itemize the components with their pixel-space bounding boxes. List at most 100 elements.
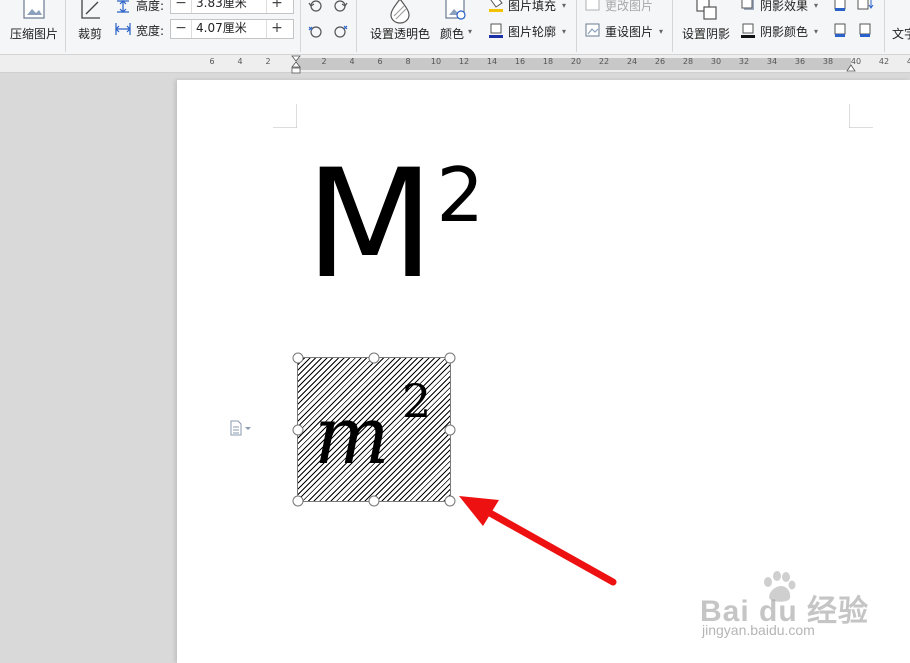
picture-outline-caret: ▾	[562, 26, 567, 36]
width-increase-button[interactable]: +	[267, 20, 287, 38]
picture-content: m 2	[298, 358, 450, 501]
picture-color-icon	[445, 0, 466, 20]
height-spinner[interactable]: − 3.83厘米 +	[170, 0, 294, 14]
ruler-tick-label: 2	[265, 57, 271, 66]
shadow-nudge-up-icon[interactable]	[832, 0, 848, 13]
resize-handle-left[interactable]	[292, 424, 304, 435]
separator	[300, 0, 301, 52]
shadow-effect-icon	[741, 0, 754, 10]
compress-picture-icon	[23, 0, 45, 19]
change-picture-button[interactable]: 更改图片	[585, 0, 653, 14]
layout-options-icon[interactable]	[229, 420, 255, 436]
crop-icon	[81, 0, 100, 19]
ruler-tick-label: 4	[349, 57, 355, 66]
ruler-tick-label: 18	[542, 57, 554, 66]
right-indent-marker-icon[interactable]	[846, 60, 856, 72]
reset-picture-icon	[585, 23, 600, 37]
separator	[65, 0, 66, 52]
reset-picture-caret: ▾	[659, 26, 664, 36]
crop-button[interactable]: 裁剪	[70, 0, 108, 50]
resize-handle-top-right[interactable]	[444, 352, 456, 364]
big-superscript: 2	[436, 151, 484, 239]
shadow-color-button[interactable]: 阴影颜色 ▾	[740, 22, 818, 40]
ruler-tick-label: 12	[458, 57, 470, 66]
height-label: 高度:	[136, 0, 165, 13]
ruler-tick-label: 36	[794, 57, 806, 66]
shadow-nudge-left-icon[interactable]	[832, 22, 848, 38]
crop-label: 裁剪	[78, 27, 103, 41]
shadow-effect-button[interactable]: 阴影效果 ▾	[740, 0, 818, 14]
resize-handle-bottom-right[interactable]	[444, 495, 456, 507]
ruler-tick-label: 2	[321, 57, 327, 66]
height-decrease-button[interactable]: −	[171, 0, 191, 13]
ruler-tick-label: 38	[822, 57, 834, 66]
set-shadow-button[interactable]: 设置阴影	[678, 0, 734, 50]
height-increase-button[interactable]: +	[267, 0, 287, 13]
change-picture-label: 更改图片	[605, 0, 654, 13]
picture-outline-icon	[489, 23, 503, 38]
picture-fill-icon	[489, 0, 503, 12]
watermark-site: jingyan.baidu.com	[702, 622, 815, 638]
ruler-tick-label: 14	[486, 57, 498, 66]
width-spinner[interactable]: − 4.07厘米 +	[170, 19, 294, 39]
height-icon	[117, 0, 129, 13]
baidu-watermark: Bai du 经验 jingyan.baidu.com	[700, 570, 900, 660]
set-shadow-icon	[696, 0, 717, 20]
text-wrap-button[interactable]: 文字	[892, 25, 910, 42]
shadow-nudge-right-icon[interactable]	[856, 22, 874, 38]
big-letter: M	[305, 138, 434, 312]
shadow-color-caret: ▾	[814, 26, 819, 36]
shadow-effect-caret: ▾	[814, 0, 819, 10]
shadow-effect-label: 阴影效果	[760, 0, 809, 13]
picture-superscript: 2	[402, 374, 432, 428]
ruler-tick-label: 22	[598, 57, 610, 66]
picture-outline-button[interactable]: 图片轮廓 ▾	[488, 22, 566, 40]
ruler-tick-label: 20	[570, 57, 582, 66]
heading-m-squared[interactable]: M2	[305, 150, 484, 300]
set-shadow-label: 设置阴影	[682, 27, 731, 41]
ruler-tick-label: 6	[209, 57, 215, 66]
set-transparent-color-button[interactable]: 设置透明色	[366, 0, 432, 50]
compress-picture-button[interactable]: 压缩图片	[6, 0, 62, 50]
width-icon	[115, 23, 131, 35]
ruler-tick-label: 10	[430, 57, 442, 66]
resize-handle-top-left[interactable]	[292, 352, 304, 364]
ruler-tick-label: 32	[738, 57, 750, 66]
first-line-indent-marker-icon[interactable]	[291, 55, 301, 75]
selected-picture[interactable]: m 2	[292, 352, 456, 507]
resize-handle-bottom[interactable]	[368, 495, 380, 507]
picture-letter: m	[314, 389, 390, 482]
separator	[672, 0, 673, 52]
rotate-left-icon[interactable]	[308, 0, 324, 14]
picture-fill-caret: ▾	[562, 0, 567, 10]
picture-fill-label: 图片填充	[508, 0, 557, 13]
flip-vertical-icon[interactable]	[332, 24, 348, 40]
resize-handle-right[interactable]	[444, 424, 456, 435]
shadow-color-icon	[741, 23, 755, 38]
resize-handle-bottom-left[interactable]	[292, 495, 304, 507]
resize-handle-top[interactable]	[368, 352, 380, 364]
ruler-tick-label: 24	[626, 57, 638, 66]
color-dropdown-caret: ▾	[468, 27, 473, 36]
ribbon-toolbar: 压缩图片 裁剪 高度: − 3.83厘米 + 宽度: − 4.07厘米 + 设置…	[0, 0, 910, 55]
picture-outline-label: 图片轮廓	[508, 24, 557, 39]
rotate-right-icon[interactable]	[332, 0, 348, 14]
picture-fill-button[interactable]: 图片填充 ▾	[488, 0, 566, 14]
ruler-tick-label: 26	[654, 57, 666, 66]
ruler-tick-label: 8	[405, 57, 411, 66]
horizontal-ruler[interactable]: 6 4 2 2 4 6 8 10 12 14 16 18 20 22 24 26 28 30 32 34 36 38 40 4…	[0, 55, 910, 75]
width-decrease-button[interactable]: −	[171, 20, 191, 38]
height-input[interactable]: 3.83厘米	[191, 0, 267, 13]
shadow-nudge-down-icon[interactable]	[856, 0, 874, 13]
flip-horizontal-icon[interactable]	[308, 24, 324, 40]
red-arrow-annotation-icon	[459, 496, 617, 586]
separator	[576, 0, 577, 52]
transparent-drop-icon	[390, 0, 410, 24]
margin-corner-top-right	[849, 104, 873, 128]
color-button[interactable]: 颜色 ▾	[438, 0, 472, 50]
shadow-color-label: 阴影颜色	[760, 24, 809, 39]
ruler-tick-label: 16	[514, 57, 526, 66]
width-input[interactable]: 4.07厘米	[191, 20, 267, 38]
reset-picture-button[interactable]: 重设图片 ▾	[585, 22, 663, 40]
ruler-tick-label: 42	[878, 57, 890, 66]
